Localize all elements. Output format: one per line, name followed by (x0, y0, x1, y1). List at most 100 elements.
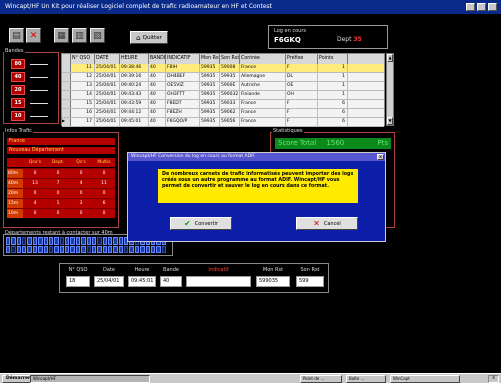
column-header[interactable]: BANDE (149, 54, 166, 64)
minimize-button[interactable] (466, 3, 475, 11)
dept-cell[interactable] (59, 237, 65, 245)
dept-cell[interactable] (27, 245, 32, 253)
table-row[interactable]: 15 25/04/01 09:43:59 40 F8EDT 59935 59033 Franc… (62, 100, 384, 109)
table-row[interactable]: ▶ 17 25/04/01 09:45:01 40 F6GQO/P 59935 59056 Fr… (62, 118, 384, 127)
time-field[interactable]: 09:45:01 (128, 276, 156, 287)
dept-cell[interactable] (43, 237, 48, 245)
dept-cell[interactable] (54, 237, 59, 245)
dept-cell[interactable] (97, 245, 102, 253)
scroll-up-icon[interactable]: ▲ (387, 54, 393, 62)
qso-number-field[interactable]: 18 (66, 276, 90, 287)
dept-cell[interactable] (48, 237, 54, 245)
dept-cell[interactable] (86, 245, 91, 253)
dept-cell[interactable] (102, 237, 107, 245)
table-row[interactable]: 13 25/04/01 09:40:24 40 OE5VIZ 59935 5900E Autr… (62, 82, 384, 91)
column-header[interactable]: Contrée (240, 54, 286, 64)
column-header[interactable]: Points (318, 54, 348, 64)
dept-cell[interactable] (54, 245, 59, 253)
dept-cell[interactable] (11, 237, 16, 245)
row-selector[interactable] (62, 100, 71, 108)
maximize-button[interactable] (477, 3, 486, 11)
dept-cell[interactable] (97, 237, 102, 245)
dept-cell[interactable] (145, 245, 150, 253)
dept-cell[interactable] (118, 245, 124, 253)
close-window-button[interactable] (488, 3, 497, 11)
band-button-15[interactable]: 15 (11, 98, 25, 108)
dept-cell[interactable] (156, 245, 161, 253)
callsign-field[interactable] (186, 276, 251, 287)
toolbar-button-1[interactable]: ✕ (26, 28, 41, 43)
column-header[interactable]: HEURE (120, 54, 149, 64)
taskbar-item[interactable]: Point de ... (300, 375, 342, 383)
band-button-80[interactable]: 80 (11, 59, 25, 69)
taskbar-item[interactable]: WinCapt (390, 375, 460, 383)
dept-cell[interactable] (113, 245, 118, 253)
table-row[interactable]: 12 25/04/01 09:39:16 40 DH4BEF 59935 59935 Alle… (62, 73, 384, 82)
dept-cell[interactable] (107, 245, 113, 253)
dept-cell[interactable] (81, 237, 86, 245)
column-header[interactable]: Son Rst (220, 54, 240, 64)
dept-cell[interactable] (75, 237, 81, 245)
dept-cell[interactable] (32, 237, 38, 245)
column-header[interactable]: Mon Rst (200, 54, 220, 64)
table-row[interactable]: 14 25/04/01 09:43:43 40 OH3FTT 59935 590032 Fin… (62, 91, 384, 100)
dept-cell[interactable] (150, 245, 156, 253)
my-rst-field[interactable]: 599035 (256, 276, 290, 287)
dept-cell[interactable] (81, 245, 86, 253)
row-selector[interactable] (62, 64, 71, 72)
column-header[interactable]: DATE (95, 54, 120, 64)
dept-cell[interactable] (48, 245, 54, 253)
toolbar-button-3[interactable]: ▥ (72, 28, 87, 43)
scroll-down-icon[interactable]: ▼ (387, 117, 393, 125)
dept-cell[interactable] (91, 237, 97, 245)
dept-cell[interactable] (16, 245, 22, 253)
dept-cell[interactable] (134, 245, 140, 253)
dept-cell[interactable] (70, 237, 75, 245)
dept-cell[interactable] (32, 245, 38, 253)
dept-cell[interactable] (38, 237, 43, 245)
band-button-20[interactable]: 20 (11, 85, 25, 95)
dept-cell[interactable] (107, 237, 113, 245)
dept-cell[interactable] (161, 245, 166, 253)
row-selector[interactable] (62, 82, 71, 90)
column-header[interactable]: Préfixe (286, 54, 318, 64)
taskbar-item[interactable]: Boîte ... (346, 375, 386, 383)
dept-cell[interactable] (124, 245, 129, 253)
their-rst-field[interactable]: 599 (296, 276, 324, 287)
dept-cell[interactable] (70, 245, 75, 253)
dept-cell[interactable] (65, 245, 70, 253)
dept-cell[interactable] (140, 245, 145, 253)
taskbar-item[interactable]: Wincapt/HF (30, 375, 150, 383)
quit-button[interactable]: ⌂ Quitter (130, 31, 168, 44)
dept-cell[interactable] (6, 245, 11, 253)
dept-cell[interactable] (86, 237, 91, 245)
toolbar-button-0[interactable]: ▤ (9, 28, 24, 43)
dept-cell[interactable] (11, 245, 16, 253)
dept-cell[interactable] (102, 245, 107, 253)
column-header[interactable]: N° QSO (71, 54, 95, 64)
dept-cell[interactable] (22, 245, 27, 253)
dept-cell[interactable] (129, 245, 134, 253)
dept-cell[interactable] (16, 237, 22, 245)
row-selector[interactable]: ▶ (62, 118, 71, 126)
qso-table-scrollbar[interactable]: ▲ ▼ (386, 53, 394, 126)
dept-cell[interactable] (22, 237, 27, 245)
dept-cell[interactable] (59, 245, 65, 253)
dept-cell[interactable] (113, 237, 118, 245)
toolbar-button-4[interactable]: ▧ (90, 28, 105, 43)
column-header[interactable]: INDICATIF (166, 54, 200, 64)
band-field[interactable]: 40 (160, 276, 182, 287)
dept-cell[interactable] (75, 245, 81, 253)
toolbar-button-2[interactable]: ▦ (54, 28, 69, 43)
cancel-button[interactable]: ✕ Cancel (296, 217, 358, 230)
date-field[interactable]: 25/04/01 (94, 276, 124, 287)
dept-cell[interactable] (91, 245, 97, 253)
convert-button[interactable]: ✔ Convertir (170, 217, 232, 230)
row-selector[interactable] (62, 73, 71, 81)
table-row[interactable]: 11 25/04/01 09:38:46 40 F8IH 59935 59008 France… (62, 64, 384, 73)
row-selector[interactable] (62, 91, 71, 99)
band-button-40[interactable]: 40 (11, 72, 25, 82)
dept-cell[interactable] (6, 237, 11, 245)
table-row[interactable]: 16 25/04/01 09:44:12 40 F8EZH 59935 59062 Franc… (62, 109, 384, 118)
dept-cell[interactable] (38, 245, 43, 253)
